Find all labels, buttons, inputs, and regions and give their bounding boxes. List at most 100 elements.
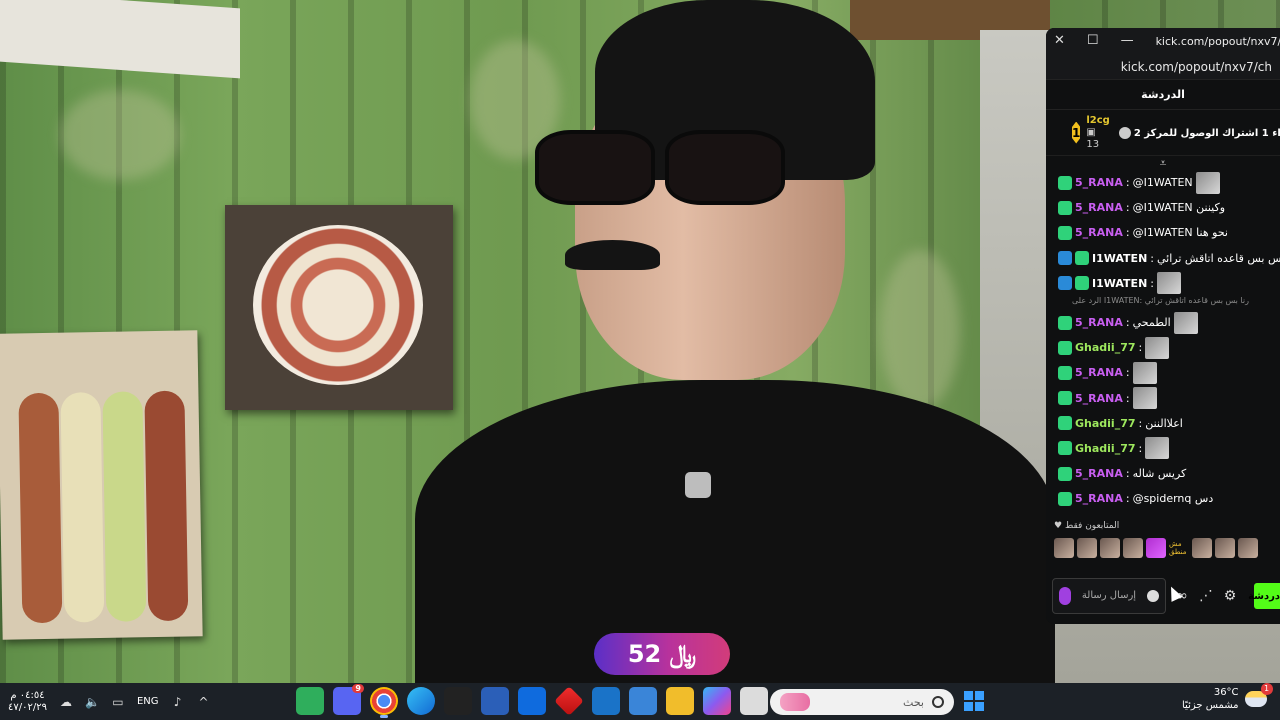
epic-games-icon[interactable]: [444, 687, 472, 715]
share-icon[interactable]: ⋰: [1198, 588, 1214, 604]
emoji-icon[interactable]: [1147, 590, 1159, 602]
search-icon: [932, 696, 944, 708]
chat-message: I1WATEN:: [1058, 271, 1274, 296]
wrap-image: [102, 391, 147, 622]
supporter-avatar[interactable]: [1100, 538, 1120, 559]
chat-message: 5_RANA: كريس شاله: [1058, 461, 1274, 486]
chat-username[interactable]: 5_RANA: [1075, 392, 1123, 405]
chat-header: الدردشة: [1046, 80, 1280, 110]
volume-icon[interactable]: 🔈: [85, 695, 100, 709]
anydesk-app-icon[interactable]: [554, 686, 584, 716]
subscriber-badge-icon: [1058, 491, 1072, 506]
chat-username[interactable]: 5_RANA: [1075, 492, 1123, 505]
supporter-avatar[interactable]: [1123, 538, 1143, 559]
chrome-app-icon[interactable]: [370, 687, 398, 718]
top-supporters-row: مش منطق: [1046, 535, 1280, 561]
supporter-avatar[interactable]: [1054, 538, 1074, 559]
sunglasses: [515, 130, 825, 205]
maximize-icon[interactable]: ☐: [1087, 33, 1099, 49]
weather-widget[interactable]: 36°C مشمس جزئيًا 1: [1182, 683, 1273, 712]
chat-username[interactable]: 5_RANA: [1075, 226, 1123, 239]
edge-app-icon[interactable]: [407, 687, 435, 715]
chat-popout-window: ✕ ☐ — kick.com/popout/nxv7/ch kick.com/p…: [1046, 28, 1280, 624]
close-icon[interactable]: ✕: [1054, 33, 1065, 49]
chat-text: @I1WATEN: [1132, 176, 1193, 190]
chat-username[interactable]: Ghadii_77: [1075, 417, 1136, 430]
chat-message: 5_RANA: @spidernq دس: [1058, 486, 1274, 511]
clock[interactable]: ٠٤:٥٤ م ٤٧/٠٢/٢٩: [8, 690, 47, 714]
chat-message: Ghadii_77:: [1058, 436, 1274, 461]
wrap-image: [60, 391, 105, 623]
rank-badge: 1: [1072, 121, 1081, 144]
chat-username[interactable]: 5_RANA: [1075, 366, 1123, 379]
wall-stain: [60, 90, 180, 180]
send-chat-button[interactable]: دردشة: [1248, 583, 1280, 609]
subscriber-badge-icon: [1058, 466, 1072, 481]
chat-input[interactable]: إرسال رسالة: [1052, 578, 1166, 614]
streamer: [415, 0, 1055, 683]
sunglasses-lens: [665, 130, 785, 205]
chat-text: كريس شاله: [1132, 467, 1187, 481]
minimize-icon[interactable]: —: [1121, 33, 1134, 49]
chat-username[interactable]: Ghadii_77: [1075, 341, 1136, 354]
microphone-tray-icon[interactable]: ♪: [171, 695, 185, 709]
taskbar: ٠٤:٥٤ م ٤٧/٠٢/٢٩ ☁ 🔈 ▭ ENG ♪ ^ 9 بحث 36°…: [0, 683, 1280, 720]
translator-app-icon[interactable]: [481, 687, 509, 715]
subscriber-badge-icon: [1058, 416, 1072, 431]
weather-desc: مشمس جزئيًا: [1182, 700, 1239, 711]
chevron-up-icon[interactable]: ^: [197, 695, 211, 709]
window-title: kick.com/popout/nxv7/ch: [1155, 34, 1280, 48]
microphone-icon[interactable]: [1059, 587, 1071, 605]
subscriber-badge-icon: [1058, 365, 1072, 380]
chat-message: 5_RANA:: [1058, 360, 1274, 385]
dropbox-app-icon[interactable]: [518, 687, 546, 715]
discord-app-icon[interactable]: 9: [333, 684, 364, 715]
chat-message: 5_RANA:: [1058, 386, 1274, 411]
shield-icon: [1118, 126, 1131, 139]
chat-username[interactable]: I1WATEN: [1092, 277, 1147, 290]
chat-username[interactable]: 5_RANA: [1075, 467, 1123, 480]
wrap-image: [18, 392, 63, 624]
notepad-app-icon[interactable]: [740, 687, 768, 715]
collapse-chevron-icon[interactable]: ⩡: [1046, 156, 1280, 170]
chat-username[interactable]: 5_RANA: [1075, 176, 1123, 189]
chat-username[interactable]: I1WATEN: [1092, 252, 1147, 265]
chat-text: @spidernq دس: [1132, 492, 1214, 506]
subscriber-badge-icon: [1058, 225, 1072, 240]
chat-message: Ghadii_77: اعلاالننن: [1058, 411, 1274, 436]
copilot-app-icon[interactable]: [703, 687, 731, 715]
folder-app-icon[interactable]: [666, 687, 694, 715]
supporter-avatar[interactable]: [1146, 538, 1166, 559]
chat-message: 5_RANA: الطمحي: [1058, 310, 1274, 335]
chat-input-bar: إرسال رسالة ∞ ⋰ ⚙ دردشة: [1052, 577, 1280, 615]
supporter-avatar[interactable]: [1215, 538, 1235, 559]
chat-title: الدردشة: [1141, 88, 1185, 101]
shirt-pin: [685, 472, 711, 498]
outlook-app-icon[interactable]: [592, 687, 620, 715]
supporter-avatar[interactable]: [1077, 538, 1097, 559]
sunglasses-lens: [535, 130, 655, 205]
subscriber-badge-icon: [1058, 391, 1072, 406]
chat-input-placeholder: إرسال رسالة: [1081, 590, 1137, 601]
kick-app-icon[interactable]: [296, 687, 324, 715]
supporter-avatar[interactable]: [1192, 538, 1212, 559]
start-icon[interactable]: [964, 691, 984, 711]
gear-icon[interactable]: ⚙: [1222, 588, 1238, 604]
pinned-gift-banner[interactable]: 1 l2cg ▣ 13 إهداء 1 اشتراك الوصول للمركز…: [1046, 110, 1280, 156]
display-icon[interactable]: ▭: [111, 695, 125, 709]
reply-context: الرد على I1WATEN: رنا بس بس قاعده اتاقش …: [1072, 295, 1249, 305]
pinned-user: l2cg ▣ 13: [1086, 115, 1109, 151]
streamer-shirt: [415, 380, 1055, 683]
chat-text: الطمحي: [1132, 316, 1171, 330]
cloud-tray-icon[interactable]: ☁: [59, 695, 73, 709]
chat-username[interactable]: Ghadii_77: [1075, 442, 1136, 455]
url-bar[interactable]: kick.com/popout/nxv7/ch: [1046, 54, 1280, 80]
language-indicator[interactable]: ENG: [137, 696, 159, 707]
taskbar-search[interactable]: بحث: [770, 689, 954, 715]
chat-username[interactable]: 5_RANA: [1075, 201, 1123, 214]
store-app-icon[interactable]: [629, 687, 657, 715]
chat-username[interactable]: 5_RANA: [1075, 316, 1123, 329]
weather-text: 36°C مشمس جزئيًا: [1182, 686, 1239, 712]
chat-text: اعلاالننن: [1145, 416, 1183, 430]
supporter-avatar[interactable]: [1238, 538, 1258, 559]
